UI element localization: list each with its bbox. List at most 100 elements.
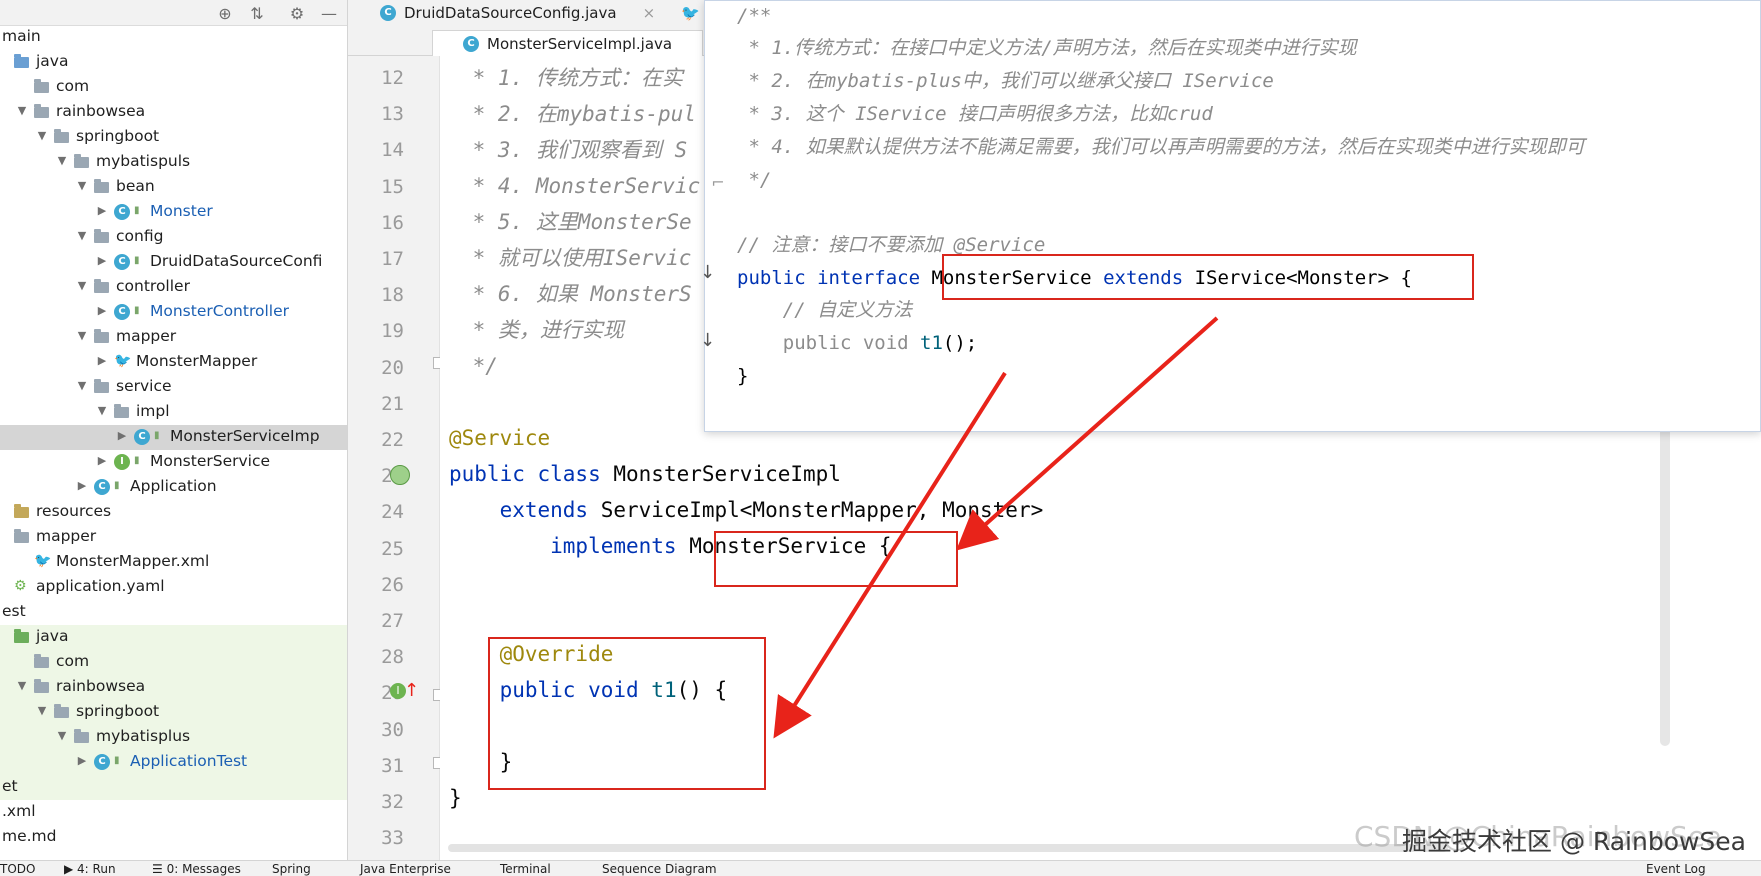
tree-item[interactable]: ▼ bean <box>0 175 347 200</box>
tree-item[interactable]: ▶ C ▮ DruidDataSourceConfi <box>0 250 347 275</box>
tree-item-label: DruidDataSourceConfi <box>150 252 323 270</box>
class-icon: C <box>114 204 130 220</box>
tree-item[interactable]: et <box>0 775 347 800</box>
chevron-down-icon[interactable]: ▼ <box>15 679 29 693</box>
code-line-15: * 4. MonsterServic <box>460 174 701 198</box>
terminal-tab[interactable]: Terminal <box>500 862 551 876</box>
tree-item[interactable]: ▼ rainbowsea <box>0 675 347 700</box>
chevron-down-icon[interactable]: ▼ <box>55 154 69 168</box>
chevron-right-icon[interactable]: ▶ <box>75 479 89 493</box>
spring-tab[interactable]: Spring <box>272 862 311 876</box>
tree-item[interactable]: ▼ mapper <box>0 325 347 350</box>
minimize-icon[interactable]: — <box>316 0 342 26</box>
project-toolbar: ⊕ ⇅ ⚙ — <box>0 0 347 26</box>
horizontal-scrollbar[interactable] <box>448 844 1448 852</box>
chevron-right-icon[interactable]: ▶ <box>115 429 129 443</box>
chevron-right-icon[interactable]: ▶ <box>95 254 109 268</box>
tree-item[interactable]: ▶ 🐦 MonsterMapper <box>0 350 347 375</box>
tree-item[interactable]: main <box>0 25 347 50</box>
tree-item[interactable]: ▼ controller <box>0 275 347 300</box>
popup-line: * 4. 如果默认提供方法不能满足需要，我们可以再声明需要的方法，然后在实现类中… <box>737 136 1585 158</box>
chevron-down-icon[interactable]: ▼ <box>75 329 89 343</box>
folder-icon <box>34 79 49 93</box>
folder-icon <box>14 529 29 543</box>
tree-item[interactable]: mapper <box>0 525 347 550</box>
tree-item[interactable]: ▶ I ▮ MonsterService <box>0 450 347 475</box>
tree-item[interactable]: ▼ rainbowsea <box>0 100 347 125</box>
chevron-right-icon[interactable]: ▶ <box>95 454 109 468</box>
tree-item-label: MonsterController <box>150 302 289 320</box>
tab-overflow[interactable]: 🐦 <box>681 0 701 26</box>
tree-item[interactable]: ▼ springboot <box>0 125 347 150</box>
tree-item-label: service <box>116 377 172 395</box>
tree-item-label: bean <box>116 177 155 195</box>
gear-icon[interactable]: ⚙ <box>284 0 310 26</box>
class-name: MonsterServiceImpl <box>613 462 841 486</box>
chevron-right-icon[interactable]: ▶ <box>95 304 109 318</box>
tree-item[interactable]: ▶ C ▮ ApplicationTest <box>0 750 347 775</box>
tree-item[interactable]: com <box>0 650 347 675</box>
chevron-down-icon[interactable]: ▼ <box>35 704 49 718</box>
tree-item[interactable]: ▼ config <box>0 225 347 250</box>
keyword: public void <box>737 332 921 354</box>
run-tab[interactable]: ▶ 4: Run <box>64 862 116 876</box>
tree-item[interactable]: java <box>0 625 347 650</box>
chevron-right-icon[interactable]: ▶ <box>95 204 109 218</box>
tree-item[interactable]: ▼ impl <box>0 400 347 425</box>
todo-tab[interactable]: TODO <box>0 862 35 876</box>
tree-item[interactable]: java <box>0 50 347 75</box>
chevron-down-icon[interactable]: ▼ <box>75 379 89 393</box>
implements-gutter-icon[interactable] <box>390 465 410 485</box>
tree-item[interactable]: com <box>0 75 347 100</box>
chevron-right-icon[interactable]: ▶ <box>75 754 89 768</box>
close-icon[interactable]: × <box>643 4 656 22</box>
tree-item[interactable]: ▶ C ▮ MonsterServiceImp <box>0 425 347 450</box>
sequence-diagram-tab[interactable]: Sequence Diagram <box>602 862 717 876</box>
messages-tab[interactable]: ☰ 0: Messages <box>152 862 241 876</box>
line-number: 20 <box>381 356 404 379</box>
bird-icon: 🐦 <box>34 553 52 569</box>
tree-item[interactable]: est <box>0 600 347 625</box>
chevron-down-icon[interactable]: ▼ <box>55 729 69 743</box>
tree-item[interactable]: ▶ C ▮ Application <box>0 475 347 500</box>
java-enterprise-tab[interactable]: Java Enterprise <box>360 862 451 876</box>
line-number: 12 <box>381 67 404 89</box>
chevron-down-icon[interactable]: ▼ <box>75 229 89 243</box>
chevron-right-icon[interactable]: ▶ <box>95 354 109 368</box>
tree-item[interactable]: 🐦 MonsterMapper.xml <box>0 550 347 575</box>
chevron-down-icon[interactable]: ▼ <box>35 129 49 143</box>
tree-item[interactable]: resources <box>0 500 347 525</box>
line-number: 32 <box>381 791 404 813</box>
tree-item[interactable]: ▶ C ▮ MonsterController <box>0 300 347 325</box>
locate-icon[interactable]: ⊕ <box>212 0 238 26</box>
line-number-gutter: 1213141516171819202122232425262728293031… <box>348 56 440 860</box>
tree-item-label: Application <box>130 477 217 495</box>
bird-icon: 🐦 <box>114 353 132 369</box>
tree-item-label: com <box>56 652 90 670</box>
down-arrow-icon: ↓ <box>700 330 716 351</box>
tab-monster-service-impl[interactable]: C MonsterServiceImpl.java <box>432 30 704 56</box>
yaml-icon: ⚙ <box>14 578 27 594</box>
tree-item[interactable]: ▼ springboot <box>0 700 347 725</box>
chevron-down-icon[interactable]: ▼ <box>75 179 89 193</box>
tree-item[interactable]: me.md <box>0 825 347 850</box>
tree-item[interactable]: ▶ C ▮ Monster <box>0 200 347 225</box>
tree-item[interactable]: ⚙ application.yaml <box>0 575 347 600</box>
keyword: implements <box>449 534 690 558</box>
line-number: 28 <box>381 646 404 669</box>
tree-item[interactable]: ▼ mybatispuls <box>0 150 347 175</box>
chevron-down-icon[interactable]: ▼ <box>15 104 29 118</box>
line-number: 18 <box>381 284 404 307</box>
tree-item[interactable]: ▼ service <box>0 375 347 400</box>
collapse-all-icon[interactable]: ⇅ <box>244 0 270 26</box>
popup-line: * 2. 在mybatis-plus中，我们可以继承父接口 IService <box>737 70 1274 92</box>
tab-druid-config[interactable]: C DruidDataSourceConfig.java × <box>380 0 655 26</box>
chevron-down-icon[interactable]: ▼ <box>75 279 89 293</box>
event-log-tab[interactable]: Event Log <box>1646 862 1706 876</box>
folder-icon <box>74 729 89 743</box>
chevron-down-icon[interactable]: ▼ <box>95 404 109 418</box>
tree-item[interactable]: .xml <box>0 800 347 825</box>
tree-item-label: main <box>2 27 41 45</box>
tree-item-label: controller <box>116 277 190 295</box>
tree-item[interactable]: ▼ mybatisplus <box>0 725 347 750</box>
